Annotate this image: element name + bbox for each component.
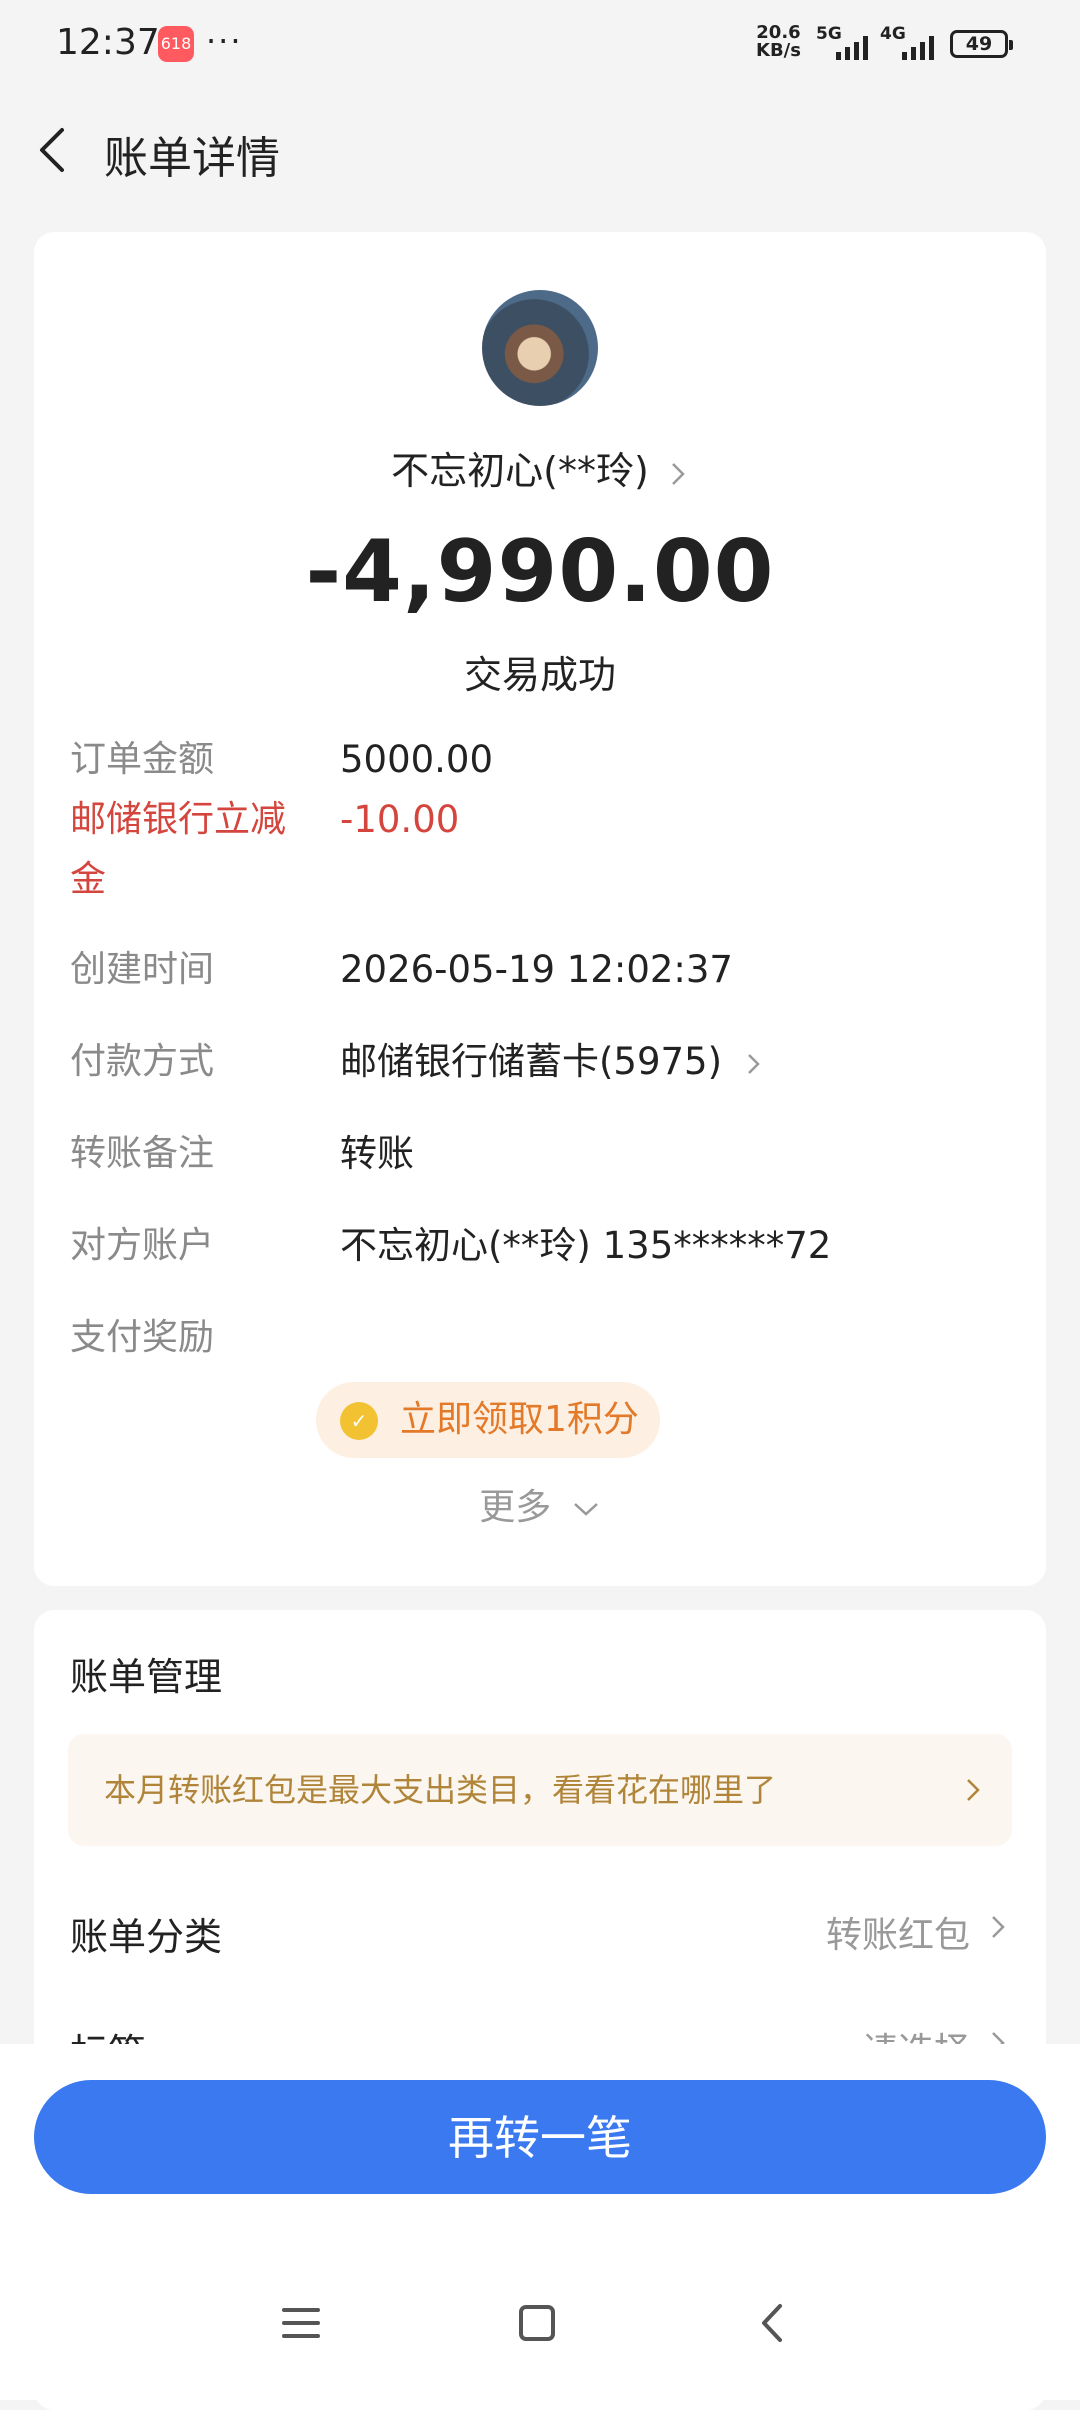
- create-time-value: 2026-05-19 12:02:37: [340, 948, 733, 991]
- payment-method-label: 付款方式: [70, 1041, 215, 1082]
- menu-icon[interactable]: [278, 2300, 324, 2346]
- discount-value: -10.00: [340, 798, 460, 841]
- transaction-amount: -4,990.00: [305, 522, 775, 622]
- order-amount-label: 订单金额: [70, 739, 215, 780]
- nav-back-icon[interactable]: [750, 2300, 796, 2346]
- payment-method-value: 邮储银行储蓄卡(5975): [340, 1040, 723, 1083]
- chevron-right-icon: [671, 462, 685, 485]
- more-label: 更多: [479, 1487, 552, 1528]
- coin-icon: ✓: [340, 1402, 378, 1440]
- status-time: 12:37: [56, 22, 160, 63]
- transfer-note-value: 转账: [340, 1132, 414, 1175]
- bill-detail-card: 不忘初心(**玲) -4,990.00 交易成功 订单金额 5000.00 邮储…: [34, 232, 1046, 1586]
- counterparty-label: 对方账户: [70, 1225, 215, 1266]
- chevron-right-icon: [992, 1916, 1005, 1938]
- status-bar: 12:37 618 ··· 20.6 KB/s 5G 4G 49: [0, 0, 1080, 90]
- battery-icon: 49: [950, 30, 1013, 58]
- bill-category-label: 账单分类: [70, 1915, 223, 1959]
- transfer-note-label: 转账备注: [70, 1133, 215, 1174]
- chevron-down-icon: [573, 1503, 598, 1516]
- payee-name: 不忘初心(**玲): [391, 449, 649, 493]
- payment-method-link[interactable]: 邮储银行储蓄卡(5975): [340, 1032, 764, 1092]
- claim-reward-label: 立即领取1积分: [400, 1399, 639, 1440]
- page-title: 账单详情: [104, 133, 280, 184]
- create-time-label: 创建时间: [70, 949, 215, 990]
- spending-tip-banner[interactable]: 本月转账红包是最大支出类目，看看花在哪里了: [68, 1734, 1012, 1846]
- chevron-right-icon: [967, 1779, 980, 1801]
- section-title: 账单管理: [70, 1655, 223, 1699]
- payee-link[interactable]: 不忘初心(**玲): [34, 440, 1046, 495]
- counterparty-value: 不忘初心(**玲) 135******72: [340, 1224, 832, 1267]
- more-toggle[interactable]: 更多: [34, 1478, 1046, 1530]
- avatar[interactable]: [482, 290, 598, 406]
- signal-5g-icon: [818, 32, 874, 60]
- reward-label: 支付奖励: [70, 1317, 215, 1358]
- transaction-status: 交易成功: [463, 653, 616, 697]
- discount-label: 邮储银行立减金: [70, 799, 287, 900]
- transfer-again-button[interactable]: 再转一笔: [34, 2080, 1046, 2194]
- signal-4g-icon: [884, 32, 940, 60]
- chevron-right-icon: [747, 1053, 760, 1074]
- tip-text: 本月转账红包是最大支出类目，看看花在哪里了: [104, 1771, 777, 1809]
- more-notifications-icon: ···: [206, 22, 243, 60]
- claim-reward-button[interactable]: ✓ 立即领取1积分: [316, 1382, 660, 1458]
- back-button[interactable]: [28, 122, 84, 178]
- bill-category-value: 转账红包: [825, 1915, 970, 1956]
- net-speed-unit: KB/s: [756, 40, 801, 61]
- order-amount-value: 5000.00: [340, 738, 494, 781]
- net-speed: 20.6 KB/s: [756, 24, 801, 60]
- bottom-bar: 再转一笔: [0, 2044, 1080, 2400]
- home-icon[interactable]: [514, 2300, 560, 2346]
- header: 账单详情: [0, 110, 1080, 190]
- app-notification-icon: 618: [158, 26, 194, 62]
